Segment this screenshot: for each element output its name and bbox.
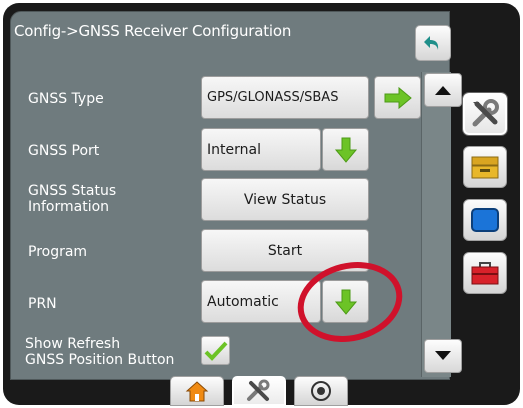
scroll-up-button[interactable] — [424, 73, 462, 107]
back-arrow-icon — [424, 36, 439, 50]
side-tab-display[interactable] — [463, 199, 507, 241]
gnss-type-value[interactable]: GPS/GLONASS/SBAS — [201, 76, 369, 119]
scroll-down-button[interactable] — [424, 339, 462, 373]
view-status-button[interactable]: View Status — [201, 178, 369, 221]
scroll-down-icon — [435, 351, 451, 360]
right-arrow-icon — [384, 86, 412, 109]
back-button[interactable] — [415, 25, 451, 61]
scrollbar-track[interactable] — [421, 72, 451, 377]
program-label: Program — [28, 244, 88, 260]
console-icon — [471, 156, 499, 179]
side-tab-console[interactable] — [463, 146, 507, 188]
gnss-type-label: GNSS Type — [28, 91, 104, 107]
page-title: Config->GNSS Receiver Configuration — [14, 22, 292, 40]
tools-icon — [247, 379, 270, 401]
gnss-port-dropdown[interactable]: Internal — [201, 128, 321, 171]
gnss-status-label: GNSS Status Information — [28, 183, 116, 215]
toolbox-icon — [471, 262, 499, 285]
gnss-status-label-line1: GNSS Status — [28, 183, 117, 199]
show-refresh-label-line2: GNSS Position Button — [25, 352, 175, 368]
checkmark-icon — [204, 341, 227, 361]
show-refresh-checkbox[interactable] — [201, 336, 230, 365]
home-icon — [185, 381, 209, 402]
side-tab-toolbox[interactable] — [463, 252, 507, 294]
scroll-up-icon — [435, 86, 451, 95]
gnss-port-label: GNSS Port — [28, 143, 100, 159]
side-tab-tools[interactable] — [463, 93, 507, 135]
prn-label: PRN — [28, 296, 57, 312]
show-refresh-label-line1: Show Refresh — [25, 336, 121, 352]
gnss-status-label-line2: Information — [28, 199, 110, 215]
down-arrow-icon — [334, 137, 357, 163]
gnss-port-dropdown-button[interactable] — [322, 128, 369, 171]
tools-icon — [472, 99, 499, 127]
show-refresh-label: Show Refresh GNSS Position Button — [25, 336, 174, 368]
bottom-tab-guidance[interactable] — [294, 376, 348, 406]
guidance-icon — [311, 381, 331, 401]
bottom-tab-tools[interactable] — [232, 376, 286, 406]
display-icon — [471, 208, 499, 232]
bottom-tab-home[interactable] — [170, 376, 224, 406]
gnss-type-next-button[interactable] — [374, 76, 421, 119]
